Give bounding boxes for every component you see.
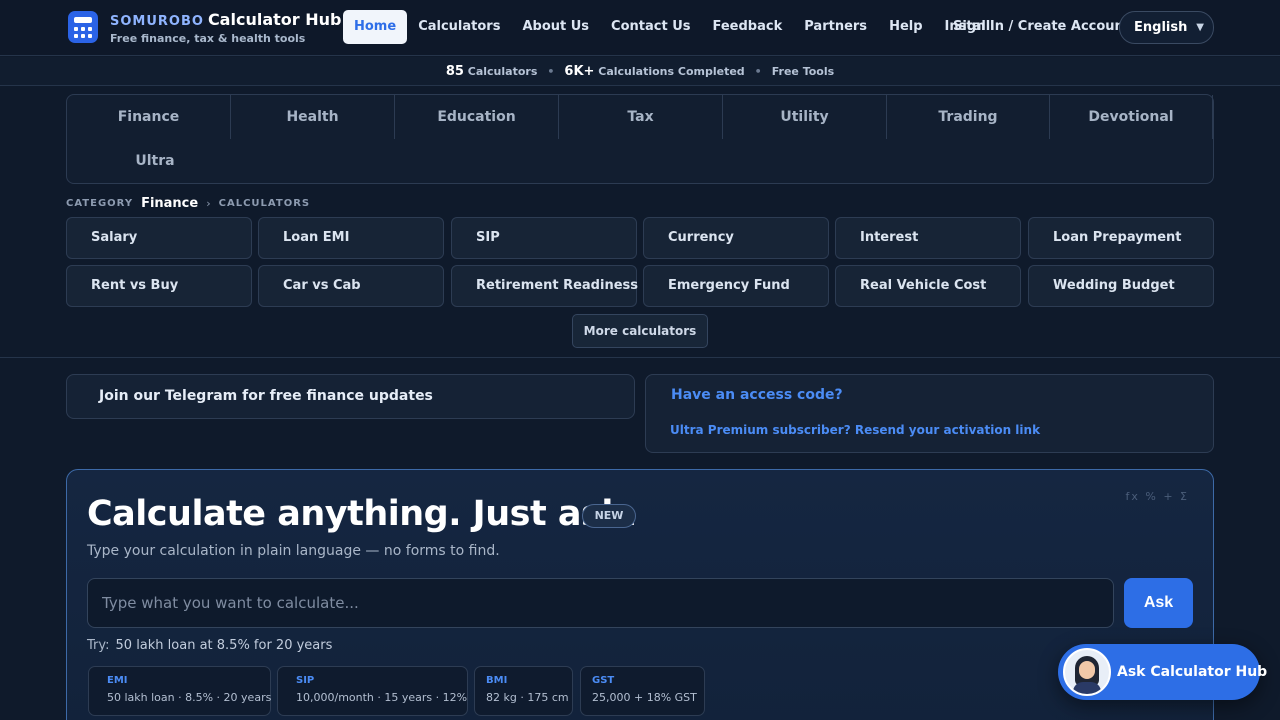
- brand-title: SOMUROBO Calculator Hub: [110, 10, 341, 32]
- nav-help[interactable]: Help: [878, 10, 933, 44]
- top-header: SOMUROBO Calculator Hub Free finance, tax…: [0, 0, 1280, 56]
- resend-activation-link[interactable]: Ultra Premium subscriber? Resend your ac…: [670, 423, 1040, 437]
- calc-retirement-readiness[interactable]: Retirement Readiness: [451, 265, 638, 307]
- calc-wedding-budget[interactable]: Wedding Budget: [1028, 265, 1214, 307]
- chip-desc: 82 kg · 175 cm: [486, 691, 569, 704]
- category-tabs: Finance Health Education Tax Utility Tra…: [66, 94, 1214, 184]
- stat-calculators-count: 85: [445, 63, 464, 79]
- tab-devotional[interactable]: Devotional: [1050, 95, 1213, 139]
- stat-free: Free Tools: [771, 64, 835, 78]
- stat-completed: 6K+ Calculations Completed: [564, 64, 744, 79]
- separator-dot: •: [547, 64, 555, 78]
- chip-desc: 10,000/month · 15 years · 12%: [296, 691, 468, 704]
- access-code-card: Have an access code? Ultra Premium subsc…: [645, 374, 1214, 453]
- tab-trading[interactable]: Trading: [887, 95, 1050, 139]
- example-chip-gst[interactable]: GST 25,000 + 18% GST: [580, 666, 705, 716]
- telegram-card[interactable]: Join our Telegram for free finance updat…: [66, 374, 635, 419]
- stat-calculators: 85 Calculators: [446, 64, 538, 79]
- breadcrumb-section: CALCULATORS: [218, 197, 311, 209]
- calc-rent-vs-buy[interactable]: Rent vs Buy: [66, 265, 252, 307]
- tab-utility[interactable]: Utility: [723, 95, 887, 139]
- main-nav: Home Calculators About Us Contact Us Fee…: [343, 10, 1001, 44]
- ask-subtitle: Type your calculation in plain language …: [87, 543, 500, 559]
- stat-completed-label: Calculations Completed: [598, 64, 745, 78]
- language-select[interactable]: English ▼: [1119, 11, 1214, 44]
- ask-assistant-button[interactable]: Ask Calculator Hub: [1058, 644, 1267, 700]
- calc-loan-prepayment[interactable]: Loan Prepayment: [1028, 217, 1214, 259]
- access-code-title[interactable]: Have an access code?: [671, 387, 843, 403]
- nav-calculators[interactable]: Calculators: [407, 10, 511, 44]
- chip-title: GST: [592, 675, 615, 686]
- signin-link[interactable]: Sign In / Create Account: [953, 10, 1130, 44]
- chip-desc: 25,000 + 18% GST: [592, 691, 697, 704]
- chip-title: EMI: [107, 675, 128, 686]
- divider: [0, 357, 1280, 358]
- try-example[interactable]: 50 lakh loan at 8.5% for 20 years: [116, 638, 333, 653]
- calc-real-vehicle-cost[interactable]: Real Vehicle Cost: [835, 265, 1021, 307]
- calc-car-vs-cab[interactable]: Car vs Cab: [258, 265, 444, 307]
- nav-about-us[interactable]: About Us: [511, 10, 600, 44]
- brand-name: Calculator Hub: [207, 10, 342, 29]
- try-hint: Try: 50 lakh loan at 8.5% for 20 years: [87, 638, 332, 653]
- ask-card: Calculate anything. Just ask. NEW fx % +…: [66, 469, 1214, 720]
- ask-title: Calculate anything. Just ask.: [87, 494, 637, 534]
- tab-ultra[interactable]: Ultra: [67, 139, 243, 183]
- nav-home[interactable]: Home: [343, 10, 408, 44]
- stats-bar: 85 Calculators • 6K+ Calculations Comple…: [0, 57, 1280, 86]
- tab-finance[interactable]: Finance: [67, 95, 231, 139]
- chevron-down-icon: ▼: [1196, 22, 1204, 33]
- breadcrumb-current[interactable]: Finance: [141, 196, 198, 211]
- try-label: Try:: [87, 638, 110, 653]
- example-chip-emi[interactable]: EMI 50 lakh loan · 8.5% · 20 years: [88, 666, 271, 716]
- example-chip-bmi[interactable]: BMI 82 kg · 175 cm: [474, 666, 573, 716]
- chip-desc: 50 lakh loan · 8.5% · 20 years: [107, 691, 272, 704]
- nav-partners[interactable]: Partners: [793, 10, 878, 44]
- new-badge: NEW: [582, 504, 636, 528]
- chip-title: BMI: [486, 675, 508, 686]
- breadcrumb-label: CATEGORY: [66, 197, 134, 209]
- stat-calculators-label: Calculators: [467, 64, 538, 78]
- calc-emergency-fund[interactable]: Emergency Fund: [643, 265, 829, 307]
- calc-loan-emi[interactable]: Loan EMI: [258, 217, 444, 259]
- math-decor-icon: fx % + Σ: [1125, 490, 1189, 503]
- brand[interactable]: SOMUROBO Calculator Hub Free finance, tax…: [110, 10, 341, 46]
- chevron-right-icon: ›: [206, 196, 211, 210]
- tab-tax[interactable]: Tax: [559, 95, 723, 139]
- breadcrumb: CATEGORY Finance › CALCULATORS: [66, 194, 310, 212]
- chip-title: SIP: [296, 675, 315, 686]
- calc-salary[interactable]: Salary: [66, 217, 252, 259]
- assistant-label: Ask Calculator Hub: [1117, 664, 1268, 680]
- stat-completed-count: 6K+: [564, 63, 595, 79]
- more-calculators-button[interactable]: More calculators: [572, 314, 708, 348]
- nav-contact-us[interactable]: Contact Us: [600, 10, 701, 44]
- brand-prefix: SOMUROBO: [110, 14, 204, 29]
- ask-button[interactable]: Ask: [1124, 578, 1193, 628]
- tab-health[interactable]: Health: [231, 95, 395, 139]
- tab-education[interactable]: Education: [395, 95, 559, 139]
- separator-dot: •: [754, 64, 762, 78]
- calc-sip[interactable]: SIP: [451, 217, 637, 259]
- brand-tagline: Free finance, tax & health tools: [110, 32, 306, 45]
- calc-interest[interactable]: Interest: [835, 217, 1021, 259]
- assistant-avatar: [1063, 648, 1111, 696]
- ask-input[interactable]: [87, 578, 1114, 628]
- calc-currency[interactable]: Currency: [643, 217, 829, 259]
- example-chip-sip[interactable]: SIP 10,000/month · 15 years · 12%: [277, 666, 468, 716]
- calculator-logo-icon[interactable]: [68, 11, 98, 43]
- language-value: English: [1134, 20, 1188, 35]
- nav-feedback[interactable]: Feedback: [702, 10, 794, 44]
